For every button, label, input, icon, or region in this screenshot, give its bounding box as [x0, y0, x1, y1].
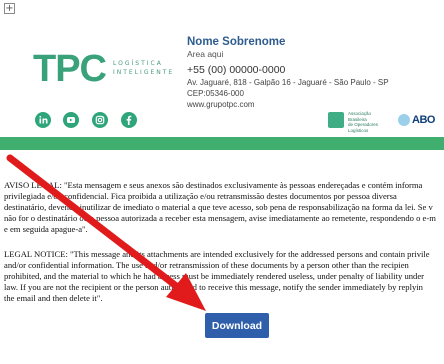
- legal-pt-line: privilegiada e/ou confidencial. Fica pro…: [4, 191, 397, 201]
- contact-website[interactable]: www.grupotpc.com: [187, 99, 437, 110]
- contact-name: Nome Sobrenome: [187, 36, 286, 48]
- legal-en-line: the email and then delete it".: [4, 293, 103, 303]
- contact-block: Nome Sobrenome Area aqui +55 (00) 00000-…: [187, 36, 437, 110]
- association-badge-icon: [328, 112, 344, 128]
- association-text: Associação Brasileira de Operadores Logí…: [348, 111, 388, 133]
- tpc-logo: TPC LOGÍSTICA INTELIGENTE: [33, 48, 175, 90]
- legal-notice-pt: AVISO LEGAL: "Esta mensagem e seus anexo…: [4, 180, 444, 235]
- legal-pt-line: não for o destinatário ou a pessoa autor…: [4, 213, 436, 223]
- contact-address: Av. Jaguaré, 818 - Galpão 16 - Jaguaré -…: [187, 78, 389, 87]
- facebook-icon[interactable]: [121, 112, 137, 128]
- legal-en-line: law. If you are not the recipient or the…: [4, 282, 423, 292]
- legal-pt-line: AVISO LEGAL: "Esta mensagem e seus anexo…: [4, 180, 423, 190]
- logo-subtitle-2: INTELIGENTE: [113, 69, 175, 76]
- abo-globe-icon: [398, 114, 410, 126]
- association-line1: Associação Brasileira: [348, 111, 372, 122]
- legal-pt-line: e em seguida apague-a".: [4, 224, 88, 234]
- contact-cep: CEP:05346-000: [187, 89, 244, 98]
- contact-area: Area aqui: [187, 49, 224, 59]
- signature-divider-bar: [0, 137, 444, 150]
- legal-en-line: prohibited, and the material to which he…: [4, 271, 425, 281]
- association-line3: Logísticos: [348, 127, 369, 133]
- logo-subtitle-1: LOGÍSTICA: [113, 60, 163, 67]
- abo-logo: ABO: [398, 112, 442, 128]
- legal-notice-en: LEGAL NOTICE: "This message and its atta…: [4, 249, 444, 304]
- expand-toggle[interactable]: +: [4, 3, 15, 14]
- instagram-icon[interactable]: [92, 112, 108, 128]
- download-button[interactable]: Download: [205, 313, 269, 338]
- legal-en-line: and/or confidential information. The use…: [4, 260, 409, 270]
- logo-text: TPC: [33, 48, 107, 90]
- legal-pt-line: destinatário, devendo inutilizar de imed…: [4, 202, 433, 212]
- abo-logo-text: ABO: [412, 114, 435, 126]
- contact-phone: +55 (00) 00000-0000: [187, 64, 286, 76]
- association-logo: Associação Brasileira de Operadores Logí…: [328, 111, 388, 133]
- youtube-icon[interactable]: [63, 112, 79, 128]
- linkedin-icon[interactable]: [35, 112, 51, 128]
- legal-en-line: LEGAL NOTICE: "This message and its atta…: [4, 249, 430, 259]
